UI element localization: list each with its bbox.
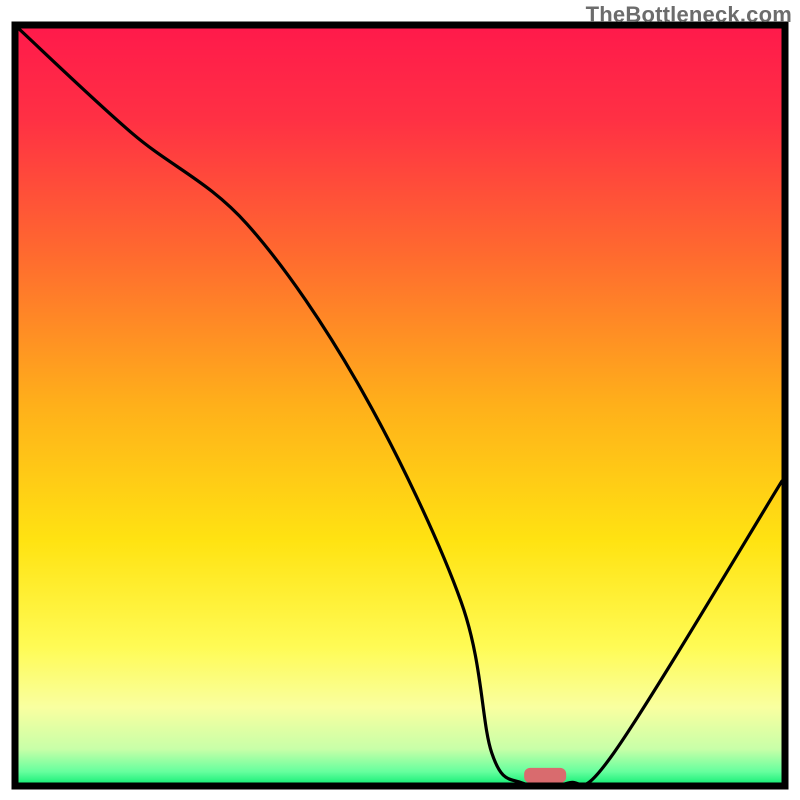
bottleneck-chart: [0, 0, 800, 800]
chart-container: TheBottleneck.com: [0, 0, 800, 800]
target-marker: [524, 768, 566, 783]
watermark-text: TheBottleneck.com: [586, 2, 792, 28]
